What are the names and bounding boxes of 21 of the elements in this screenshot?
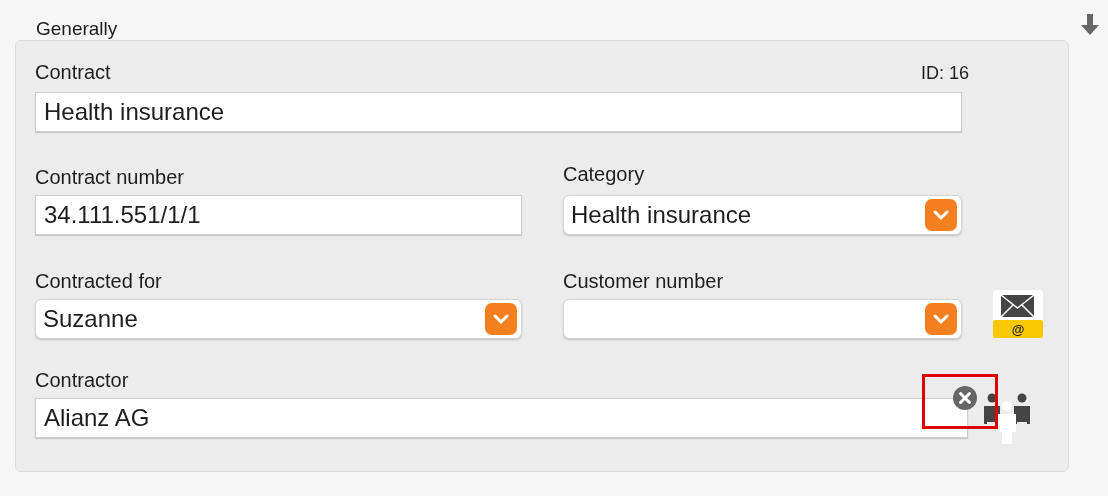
id-label: ID: 16 bbox=[920, 63, 969, 84]
text-field[interactable]: Alianz AG bbox=[35, 398, 968, 438]
dropdown-arrow-button[interactable] bbox=[485, 303, 517, 335]
clear-icon[interactable] bbox=[952, 385, 978, 411]
field-label: Contracted for bbox=[35, 270, 163, 293]
text-field[interactable]: Health insurance bbox=[35, 92, 962, 132]
dropdown-arrow-button[interactable] bbox=[925, 303, 957, 335]
dropdown-arrow-button[interactable] bbox=[925, 199, 957, 231]
dropdown[interactable]: Suzanne bbox=[35, 299, 522, 339]
people-icon[interactable] bbox=[982, 392, 1032, 444]
field-label: Customer number bbox=[563, 270, 725, 293]
field-label: Contract number bbox=[35, 166, 185, 189]
dropdown[interactable] bbox=[563, 299, 962, 339]
field-label: Contractor bbox=[35, 369, 130, 392]
text-field[interactable]: 34.111.551/1/1 bbox=[35, 195, 522, 235]
section-title: Generally bbox=[36, 18, 118, 40]
field-label: Category bbox=[563, 163, 646, 186]
down-arrow-icon[interactable] bbox=[1080, 14, 1100, 36]
field-label: Contract bbox=[35, 61, 111, 84]
email-icon[interactable]: @ bbox=[993, 290, 1043, 338]
dropdown[interactable]: Health insurance bbox=[563, 195, 962, 235]
